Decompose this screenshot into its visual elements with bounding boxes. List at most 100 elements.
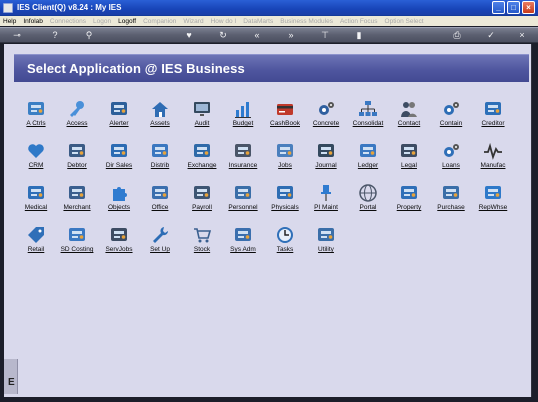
app-contain[interactable]: Contain: [427, 99, 475, 133]
people-icon[interactable]: [399, 99, 419, 119]
toolbar-refresh-icon[interactable]: ↻: [218, 31, 228, 40]
toolbar-printer-icon[interactable]: ⎙: [452, 31, 462, 40]
monitor-icon[interactable]: [192, 99, 212, 119]
toolbar-pin-icon[interactable]: ⊤: [320, 31, 330, 40]
toolbar-help-icon[interactable]: ?: [50, 31, 60, 40]
cash-icon[interactable]: [67, 225, 87, 245]
scales-icon[interactable]: [399, 141, 419, 161]
app-pi-maint[interactable]: PI Maint: [302, 183, 350, 217]
test-tubes-icon[interactable]: [399, 183, 419, 203]
app-sd-costing[interactable]: SD Costing: [53, 225, 101, 259]
close-button[interactable]: ×: [522, 1, 535, 14]
menu-item-logoff[interactable]: Logoff: [118, 18, 136, 25]
app-merchant[interactable]: Merchant: [53, 183, 101, 217]
app-utility[interactable]: Utility: [302, 225, 350, 259]
app-debtor[interactable]: Debtor: [53, 141, 101, 175]
menu-item-how-do-i[interactable]: How do I: [211, 18, 237, 25]
truck-icon[interactable]: [150, 141, 170, 161]
toolbar-stop-icon[interactable]: ▮: [354, 31, 364, 40]
menu-item-infolab[interactable]: Infolab: [23, 18, 43, 25]
toolbar-heart-icon[interactable]: ♥: [184, 31, 194, 40]
credit-card-icon[interactable]: [275, 99, 295, 119]
utility-icon[interactable]: [316, 225, 336, 245]
menu-item-option-select[interactable]: Option Select: [385, 18, 424, 25]
card-stack-icon[interactable]: [483, 183, 503, 203]
heart-icon[interactable]: [26, 141, 46, 161]
clock-icon[interactable]: [275, 225, 295, 245]
calculator-icon[interactable]: [316, 141, 336, 161]
app-loans[interactable]: Loans: [427, 141, 475, 175]
person-laptop-icon[interactable]: [233, 183, 253, 203]
person-card-icon[interactable]: [67, 141, 87, 161]
purchase-icon[interactable]: [441, 183, 461, 203]
app-label[interactable]: Creditor: [465, 120, 521, 127]
menu-item-business-modules[interactable]: Business Modules: [280, 18, 333, 25]
medical-folder-icon[interactable]: [26, 183, 46, 203]
app-insurance[interactable]: Insurance: [219, 141, 267, 175]
app-purchase[interactable]: Purchase: [427, 183, 475, 217]
app-personnel[interactable]: Personnel: [219, 183, 267, 217]
app-property[interactable]: Property: [385, 183, 433, 217]
exchange-icon[interactable]: [192, 141, 212, 161]
access-control-icon[interactable]: [26, 99, 46, 119]
admin-icon[interactable]: [233, 225, 253, 245]
app-office[interactable]: Office: [136, 183, 184, 217]
document-icon[interactable]: [233, 141, 253, 161]
minimize-button[interactable]: _: [492, 1, 505, 14]
alert-device-icon[interactable]: [109, 99, 129, 119]
key-icon[interactable]: [67, 99, 87, 119]
app-repwhse[interactable]: RepWhse: [469, 183, 517, 217]
toolbar-check-icon[interactable]: ✓: [486, 31, 496, 40]
payroll-icon[interactable]: [192, 183, 212, 203]
wrench-icon[interactable]: [150, 225, 170, 245]
app-label[interactable]: Utility: [298, 246, 354, 253]
app-manufac[interactable]: Manufac: [469, 141, 517, 175]
side-tab[interactable]: E: [4, 359, 18, 394]
menu-item-action-focus[interactable]: Action Focus: [340, 18, 378, 25]
gears-icon[interactable]: [316, 99, 336, 119]
puzzle-icon[interactable]: [109, 183, 129, 203]
org-chart-icon[interactable]: [358, 99, 378, 119]
app-creditor[interactable]: Creditor: [469, 99, 517, 133]
bar-chart-icon[interactable]: [233, 99, 253, 119]
app-label[interactable]: RepWhse: [465, 204, 521, 211]
globe-icon[interactable]: [358, 183, 378, 203]
menu-item-help[interactable]: Help: [3, 18, 16, 25]
gears-icon[interactable]: [441, 141, 461, 161]
forms-icon[interactable]: [275, 141, 295, 161]
app-legal[interactable]: Legal: [385, 141, 433, 175]
menu-item-logon[interactable]: Logon: [93, 18, 111, 25]
wallet-icon[interactable]: [483, 99, 503, 119]
toolbar-key-icon[interactable]: ⊸: [12, 31, 22, 40]
cash-register-icon[interactable]: [109, 141, 129, 161]
menu-item-connections[interactable]: Connections: [50, 18, 86, 25]
menu-item-wizard[interactable]: Wizard: [183, 18, 203, 25]
toolbar-close-icon[interactable]: ×: [517, 31, 527, 40]
cart-icon[interactable]: [192, 225, 212, 245]
pushpin-icon[interactable]: [316, 183, 336, 203]
office-tools-icon[interactable]: [150, 183, 170, 203]
app-distrib[interactable]: Distrib: [136, 141, 184, 175]
menu-item-companion[interactable]: Companion: [143, 18, 176, 25]
app-contact[interactable]: Contact: [385, 99, 433, 133]
app-label[interactable]: Manufac: [465, 162, 521, 169]
app-access[interactable]: Access: [53, 99, 101, 133]
app-set-up[interactable]: Set Up: [136, 225, 184, 259]
app-journal[interactable]: Journal: [302, 141, 350, 175]
app-sys-adm[interactable]: Sys Adm: [219, 225, 267, 259]
gears-icon[interactable]: [441, 99, 461, 119]
handshake-icon[interactable]: [67, 183, 87, 203]
app-concrete[interactable]: Concrete: [302, 99, 350, 133]
pen-paper-icon[interactable]: [358, 141, 378, 161]
toolbar-rewind-icon[interactable]: «: [252, 31, 262, 40]
pulse-icon[interactable]: [483, 141, 503, 161]
toolbar-search-icon[interactable]: ⚲: [84, 31, 94, 40]
maximize-button[interactable]: □: [507, 1, 520, 14]
house-icon[interactable]: [150, 99, 170, 119]
app-budget[interactable]: Budget: [219, 99, 267, 133]
price-tag-icon[interactable]: [26, 225, 46, 245]
menu-item-datamarts[interactable]: DataMarts: [243, 18, 273, 25]
service-device-icon[interactable]: [109, 225, 129, 245]
devices-icon[interactable]: [275, 183, 295, 203]
app-assets[interactable]: Assets: [136, 99, 184, 133]
